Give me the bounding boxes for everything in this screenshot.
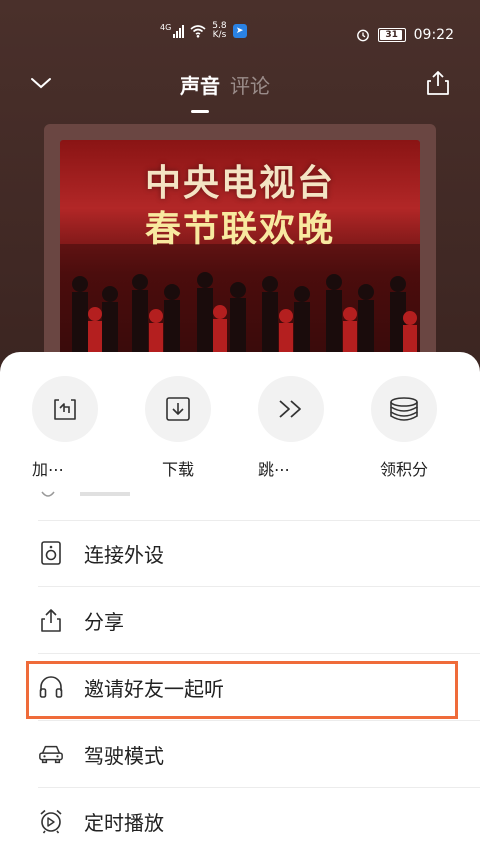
download-icon (166, 397, 190, 421)
action-circle[interactable] (145, 376, 211, 442)
signal-icon (173, 24, 185, 38)
menu-label: 定时播放 (84, 810, 164, 835)
highlight-box (26, 661, 458, 719)
car-icon (38, 741, 64, 767)
menu-label: 连接外设 (84, 542, 164, 567)
menu-item-connect-device[interactable]: 连接外设 (38, 520, 480, 587)
tab-sound[interactable]: 声音 (180, 70, 220, 107)
action-label: 跳⋯ (258, 460, 291, 479)
action-earn-points[interactable]: 领积分 (359, 376, 449, 480)
battery-level: 31 (385, 30, 398, 40)
share-icon (38, 607, 64, 633)
more-options-sheet: 加⋯ 下载 跳⋯ 领积分 连接外设 分享 邀请好友一起听 驾驶模式 定时播放 (0, 352, 480, 842)
menu-label: 驾驶模式 (84, 743, 164, 768)
nav-tabs: 声音 评论 (180, 70, 270, 107)
network-label: 4G (160, 22, 172, 32)
album-image: 中央电视台 春节联欢晚 (60, 140, 420, 384)
points-coins-icon (390, 397, 418, 421)
action-circle[interactable] (371, 376, 437, 442)
share-icon[interactable] (426, 70, 450, 96)
alarm-clock-icon (38, 808, 64, 834)
skip-icon (279, 400, 301, 418)
alarm-icon (356, 29, 369, 42)
chevron-down-icon[interactable] (30, 76, 52, 90)
battery-icon: 31 (377, 28, 406, 42)
player-screen: 4G 5.8 K/s ➤ 31 09:22 声音 评论 中央电视台 春节联欢晚 … (0, 0, 480, 842)
net-speed: 5.8 K/s (212, 22, 226, 40)
action-add-to-playlist[interactable]: 加⋯ (20, 376, 110, 480)
menu-label: 分享 (84, 609, 124, 634)
album-cover: 中央电视台 春节联欢晚 (44, 124, 436, 384)
menu-item-timer[interactable]: 定时播放 (38, 788, 480, 842)
status-center: 4G 5.8 K/s ➤ (160, 22, 247, 40)
status-right: 31 09:22 (356, 27, 454, 43)
album-title: 中央电视台 (144, 163, 335, 204)
top-nav: 声音 评论 (0, 66, 480, 106)
net-speed-unit: K/s (212, 30, 227, 40)
action-label: 下载 (161, 460, 194, 479)
add-to-playlist-icon (54, 399, 76, 420)
action-circle[interactable] (32, 376, 98, 442)
speaker-icon (38, 540, 64, 566)
action-label: 加⋯ (32, 460, 65, 479)
quick-actions: 加⋯ 下载 跳⋯ 领积分 (0, 376, 480, 496)
tab-comments[interactable]: 评论 (230, 70, 270, 107)
status-bar: 4G 5.8 K/s ➤ 31 09:22 (0, 0, 480, 70)
action-label: 领积分 (379, 460, 428, 479)
action-skip[interactable]: 跳⋯ (246, 376, 336, 480)
scrolled-item-hint (41, 491, 130, 497)
clock: 09:22 (413, 27, 454, 43)
menu-item-driving-mode[interactable]: 驾驶模式 (38, 721, 480, 788)
app-notification-icon: ➤ (232, 24, 247, 38)
wifi-icon (190, 25, 206, 38)
action-circle[interactable] (258, 376, 324, 442)
action-download[interactable]: 下载 (133, 376, 223, 480)
menu-item-share[interactable]: 分享 (38, 587, 480, 654)
